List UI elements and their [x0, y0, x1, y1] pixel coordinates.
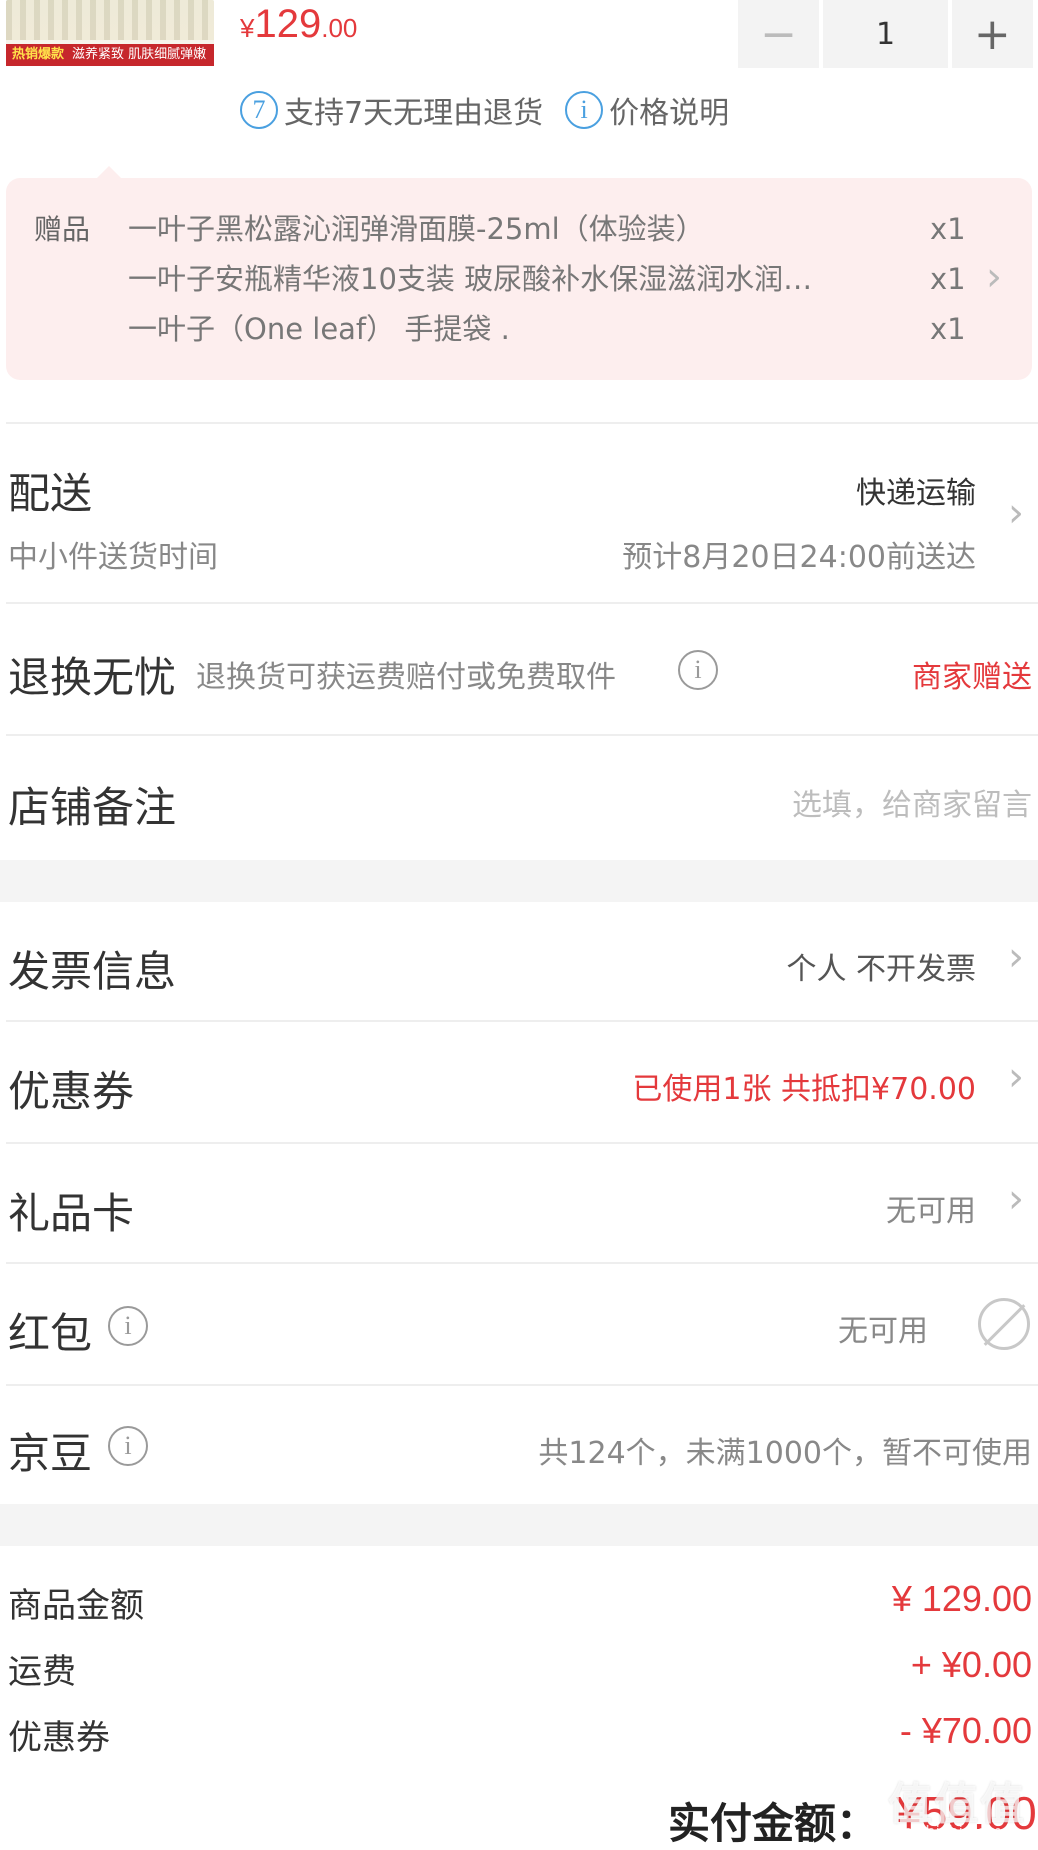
summary-value: - ¥70.00: [899, 1710, 1032, 1751]
seven-day-return-icon: 7: [240, 91, 278, 129]
info-icon: i: [565, 91, 604, 129]
gift-card-title: 礼品卡: [8, 1189, 135, 1238]
divider: [6, 602, 1038, 604]
summary-label: 优惠券: [8, 1718, 110, 1758]
divider: [6, 1262, 1038, 1264]
gift-card-chevron-right-icon[interactable]: ›: [1008, 1176, 1024, 1222]
invoice-value[interactable]: 个人 不开发票: [786, 944, 976, 988]
watermark-url: zhizhizhi.com: [894, 1822, 1003, 1841]
divider: [6, 734, 1038, 736]
summary-value: + ¥0.00: [910, 1644, 1032, 1685]
red-packet-value: 无可用: [838, 1314, 928, 1349]
product-thumbnail[interactable]: 热销爆款 滋养紧致 肌肤细腻弹嫩: [6, 0, 214, 68]
returns-description: 退换货可获运费赔付或免费取件: [196, 660, 616, 695]
product-image: [6, 0, 214, 40]
remark-title: 店铺备注: [8, 783, 177, 832]
returns-info-icon[interactable]: i: [678, 650, 718, 690]
remark-input[interactable]: 选填，给商家留言: [792, 780, 1032, 824]
gift-item-name: 一叶子安瓶精华液10支装 玻尿酸补水保湿滋润水润…: [128, 262, 813, 296]
price-info-link[interactable]: 价格说明: [609, 88, 729, 132]
gift-item-qty: x1: [930, 212, 966, 246]
divider: [6, 422, 1038, 424]
total-label: 实付金额：: [668, 1799, 879, 1848]
price-symbol: ¥: [240, 13, 255, 43]
price-decimal: .00: [321, 13, 358, 43]
return-policy-text[interactable]: 支持7天无理由退货: [284, 88, 543, 132]
product-price: ¥129.00: [240, 2, 357, 47]
red-packet-title: 红包: [8, 1309, 93, 1358]
section-gap: [0, 1504, 1038, 1546]
returns-value: 商家赠送: [912, 660, 1032, 695]
gift-item-qty: x1: [930, 262, 966, 296]
quantity-input[interactable]: 1: [823, 0, 948, 68]
disabled-icon: [978, 1298, 1030, 1350]
delivery-chevron-right-icon[interactable]: ›: [1008, 490, 1024, 536]
coupon-chevron-right-icon[interactable]: ›: [1008, 1054, 1024, 1100]
promo-text: 滋养紧致 肌肤细腻弹嫩: [72, 47, 207, 62]
product-promo-banner: 热销爆款 滋养紧致 肌肤细腻弹嫩: [6, 44, 214, 66]
gift-chevron-right-icon[interactable]: ›: [986, 254, 1002, 300]
coupon-title: 优惠券: [8, 1067, 135, 1116]
jd-beans-info-icon[interactable]: i: [108, 1426, 148, 1466]
decrease-quantity-button[interactable]: −: [738, 0, 820, 68]
invoice-chevron-right-icon[interactable]: ›: [1008, 934, 1024, 980]
summary-value: ¥ 129.00: [891, 1578, 1032, 1619]
delivery-method: 快递运输: [856, 476, 976, 511]
service-policy-bar: 7 支持7天无理由退货 i 价格说明: [240, 88, 729, 132]
price-integer: 129: [254, 2, 322, 46]
divider: [6, 1384, 1038, 1386]
divider: [6, 1020, 1038, 1022]
gift-item-name: 一叶子（One leaf） 手提袋 .: [128, 312, 510, 346]
delivery-title: 配送: [8, 469, 93, 518]
gift-card-value[interactable]: 无可用: [886, 1186, 976, 1230]
increase-quantity-button[interactable]: +: [951, 0, 1034, 68]
delivery-eta: 预计8月20日24:00前送达: [622, 540, 976, 575]
jd-beans-value: 共124个，未满1000个，暂不可使用: [538, 1436, 1032, 1471]
invoice-title: 发票信息: [8, 947, 177, 996]
promo-hot-label: 热销爆款: [12, 47, 65, 62]
quantity-stepper: − 1 +: [738, 0, 1034, 68]
gift-item-name: 一叶子黑松露沁润弹滑面膜-25ml（体验装）: [128, 212, 705, 246]
summary-label: 商品金额: [8, 1586, 144, 1626]
coupon-value[interactable]: 已使用1张 共抵扣¥70.00: [632, 1064, 976, 1108]
gift-item-qty: x1: [930, 312, 966, 346]
section-gap: [0, 860, 1038, 902]
divider: [6, 1142, 1038, 1144]
delivery-time-label: 中小件送货时间: [8, 540, 218, 575]
red-packet-info-icon[interactable]: i: [108, 1306, 148, 1346]
gift-label: 赠品: [34, 213, 91, 246]
summary-label: 运费: [8, 1652, 76, 1692]
jd-beans-title: 京豆: [8, 1429, 93, 1478]
returns-title: 退换无忧: [8, 653, 177, 702]
